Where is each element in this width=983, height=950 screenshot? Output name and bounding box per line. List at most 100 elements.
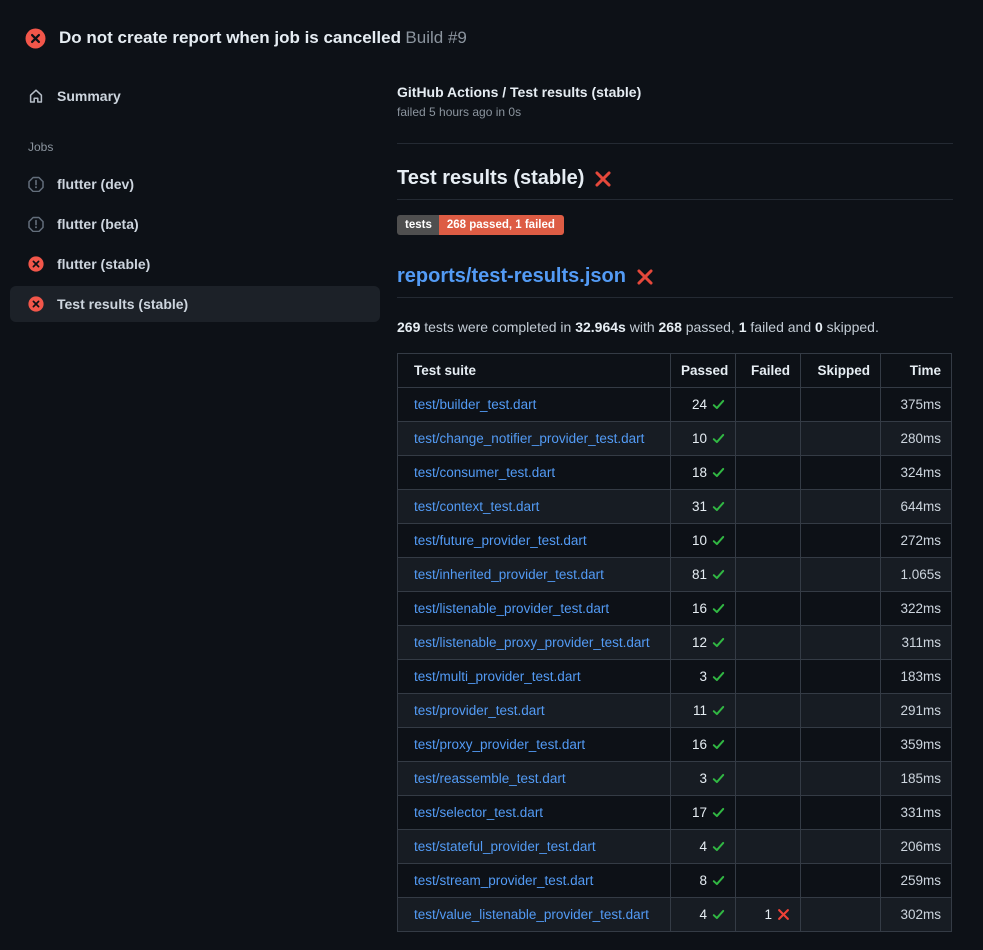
- time-value: 302ms: [881, 898, 952, 932]
- page-header: Do not create report when job is cancell…: [0, 0, 983, 58]
- job-label: flutter (dev): [57, 176, 134, 192]
- sidebar-item-summary[interactable]: Summary: [10, 78, 380, 114]
- test-suite-link[interactable]: test/consumer_test.dart: [414, 465, 555, 480]
- check-icon: [712, 466, 725, 479]
- job-label: Test results (stable): [57, 296, 188, 312]
- table-body: test/builder_test.dart 24 375ms test/cha…: [398, 388, 952, 932]
- check-icon: [712, 534, 725, 547]
- test-suite-link[interactable]: test/selector_test.dart: [414, 805, 543, 820]
- passed-value: 24: [692, 397, 707, 412]
- test-suite-link[interactable]: test/change_notifier_provider_test.dart: [414, 431, 644, 446]
- test-suite-link[interactable]: test/stateful_provider_test.dart: [414, 839, 596, 854]
- test-suite-link[interactable]: test/context_test.dart: [414, 499, 539, 514]
- time-value: 644ms: [881, 490, 952, 524]
- table-row: test/proxy_provider_test.dart 16 359ms: [398, 728, 952, 762]
- section-title-text: Test results (stable): [397, 167, 584, 190]
- time-value: 206ms: [881, 830, 952, 864]
- main-content: GitHub Actions / Test results (stable) f…: [390, 58, 983, 932]
- check-icon: [712, 738, 725, 751]
- table-row: test/value_listenable_provider_test.dart…: [398, 898, 952, 932]
- total-count: 269: [397, 319, 420, 335]
- sidebar-item-test-results-stable[interactable]: Test results (stable): [10, 286, 380, 322]
- passed-value: 16: [692, 737, 707, 752]
- check-icon: [712, 670, 725, 683]
- job-label: flutter (stable): [57, 256, 150, 272]
- test-suite-link[interactable]: test/proxy_provider_test.dart: [414, 737, 585, 752]
- sidebar-item-flutter-dev[interactable]: flutter (dev): [10, 166, 380, 202]
- table-row: test/inherited_provider_test.dart 81 1.0…: [398, 558, 952, 592]
- page-title: Do not create report when job is cancell…: [59, 28, 467, 48]
- home-icon: [28, 88, 44, 104]
- time-value: 291ms: [881, 694, 952, 728]
- check-icon: [712, 602, 725, 615]
- test-suite-link[interactable]: test/value_listenable_provider_test.dart: [414, 907, 649, 922]
- test-suite-link[interactable]: test/listenable_proxy_provider_test.dart: [414, 635, 650, 650]
- check-icon: [712, 568, 725, 581]
- column-header-time: Time: [881, 354, 952, 388]
- jobs-section-label: Jobs: [10, 140, 380, 154]
- skipped-count: 0: [815, 319, 823, 335]
- results-summary: 269 tests were completed in 32.964s with…: [397, 319, 953, 335]
- time-value: 375ms: [881, 388, 952, 422]
- passed-value: 4: [699, 907, 707, 922]
- check-icon: [712, 636, 725, 649]
- report-file-link[interactable]: reports/test-results.json: [397, 265, 626, 288]
- time-value: 322ms: [881, 592, 952, 626]
- check-icon: [712, 432, 725, 445]
- time-value: 272ms: [881, 524, 952, 558]
- test-suite-link[interactable]: test/reassemble_test.dart: [414, 771, 566, 786]
- test-suite-link[interactable]: test/inherited_provider_test.dart: [414, 567, 604, 582]
- test-suite-link[interactable]: test/future_provider_test.dart: [414, 533, 587, 548]
- time-value: 331ms: [881, 796, 952, 830]
- badge-value: 268 passed, 1 failed: [439, 215, 564, 235]
- test-suite-link[interactable]: test/listenable_provider_test.dart: [414, 601, 609, 616]
- breadcrumb: GitHub Actions / Test results (stable): [397, 84, 953, 100]
- check-section-title: Test results (stable): [397, 167, 953, 190]
- table-row: test/listenable_provider_test.dart 16 32…: [398, 592, 952, 626]
- passed-value: 11: [693, 703, 707, 718]
- test-suite-link[interactable]: test/stream_provider_test.dart: [414, 873, 593, 888]
- test-results-table: Test suite Passed Failed Skipped Time te…: [397, 353, 952, 932]
- failed-x-icon: [636, 268, 654, 286]
- test-suite-link[interactable]: test/multi_provider_test.dart: [414, 669, 581, 684]
- time-value: 324ms: [881, 456, 952, 490]
- check-icon: [712, 500, 725, 513]
- check-icon: [712, 840, 725, 853]
- column-header-test-suite: Test suite: [398, 354, 671, 388]
- table-row: test/future_provider_test.dart 10 272ms: [398, 524, 952, 558]
- report-heading: reports/test-results.json: [397, 265, 953, 288]
- passed-value: 8: [699, 873, 707, 888]
- test-suite-link[interactable]: test/builder_test.dart: [414, 397, 536, 412]
- table-header-row: Test suite Passed Failed Skipped Time: [398, 354, 952, 388]
- badge-label: tests: [397, 215, 439, 235]
- failed-status-icon: [28, 256, 44, 272]
- passed-value: 16: [692, 601, 707, 616]
- passed-value: 4: [699, 839, 707, 854]
- check-icon: [712, 806, 725, 819]
- cancelled-status-icon: [28, 176, 44, 192]
- table-row: test/multi_provider_test.dart 3 183ms: [398, 660, 952, 694]
- table-row: test/context_test.dart 31 644ms: [398, 490, 952, 524]
- duration: 32.964s: [575, 319, 626, 335]
- divider: [397, 199, 953, 200]
- sidebar-summary-label: Summary: [57, 88, 121, 104]
- sidebar-item-flutter-beta[interactable]: flutter (beta): [10, 206, 380, 242]
- workflow-run-title: Do not create report when job is cancell…: [59, 28, 401, 47]
- run-status-text: failed 5 hours ago in 0s: [397, 105, 953, 119]
- table-row: test/selector_test.dart 17 331ms: [398, 796, 952, 830]
- passed-value: 31: [692, 499, 707, 514]
- table-row: test/stream_provider_test.dart 8 259ms: [398, 864, 952, 898]
- passed-value: 18: [692, 465, 707, 480]
- test-suite-link[interactable]: test/provider_test.dart: [414, 703, 545, 718]
- sidebar-item-flutter-stable[interactable]: flutter (stable): [10, 246, 380, 282]
- jobs-list: flutter (dev) flutter (beta) flutter (st…: [10, 166, 380, 322]
- check-icon: [712, 398, 725, 411]
- passed-value: 3: [699, 669, 707, 684]
- passed-value: 17: [692, 805, 707, 820]
- time-value: 311ms: [881, 626, 952, 660]
- divider: [397, 297, 953, 298]
- time-value: 1.065s: [881, 558, 952, 592]
- failed-x-icon: [594, 170, 612, 188]
- check-run-page: Do not create report when job is cancell…: [0, 0, 983, 950]
- passed-value: 10: [692, 533, 707, 548]
